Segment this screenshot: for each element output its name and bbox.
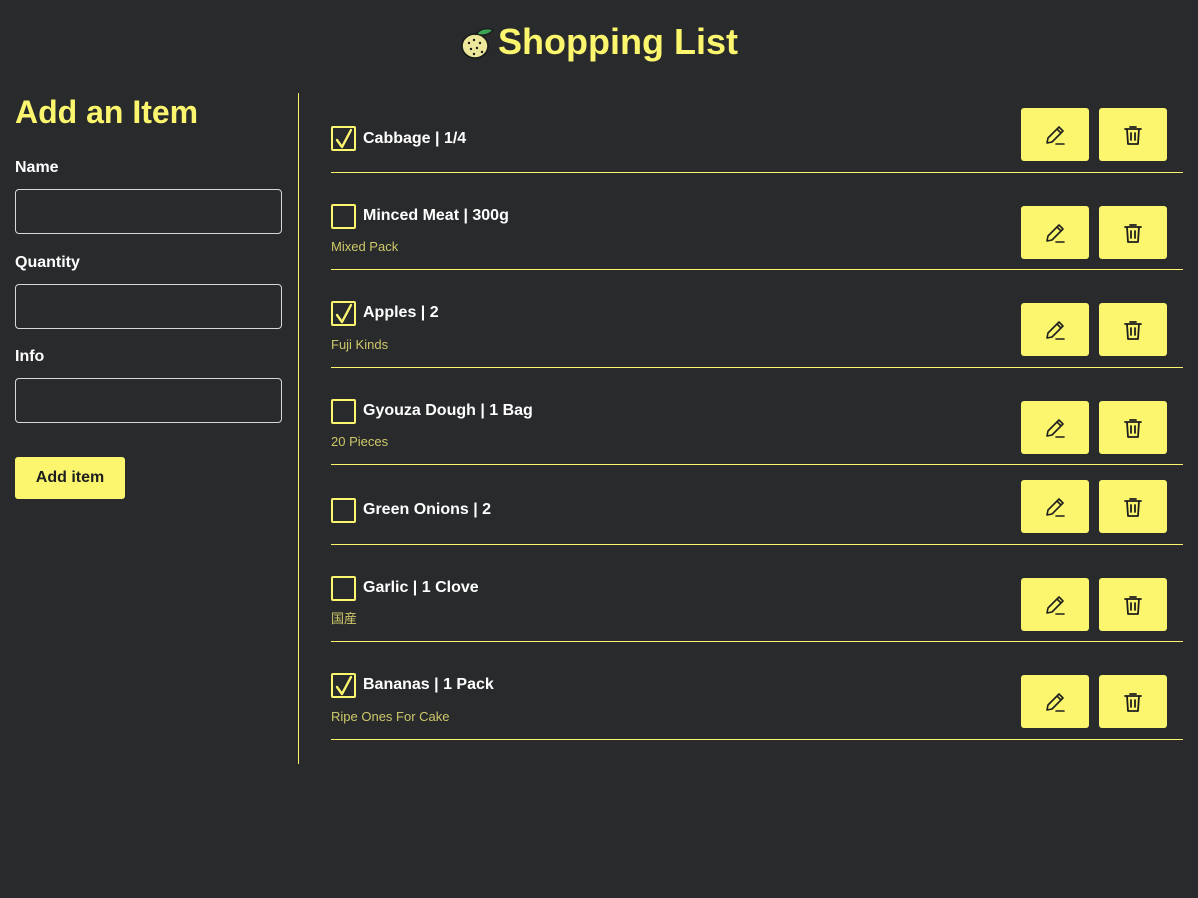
checkmark-icon [335,303,352,323]
list-item: Minced Meat | 300g Mixed Pack [331,173,1183,270]
item-info: Mixed Pack [331,239,399,254]
delete-button[interactable] [1099,578,1167,631]
quantity-label: Quantity [15,254,80,271]
pencil-icon [1046,418,1065,438]
item-info: 国産 [331,611,358,626]
list-item: Green Onions | 2 [331,465,1183,545]
checkmark-icon [335,675,352,695]
app-header: Shopping List [0,0,1198,84]
item-title: Garlic | 1 Clove [363,579,479,596]
add-item-form: Add an Item Name Quantity Info Add item [15,93,282,499]
item-title: Minced Meat | 300g [363,207,509,224]
edit-button[interactable] [1021,206,1089,259]
edit-button[interactable] [1021,578,1089,631]
add-item-button[interactable]: Add item [15,457,125,499]
info-input[interactable] [15,378,282,423]
delete-button[interactable] [1099,108,1167,161]
list-item: Cabbage | 1/4 [331,93,1183,173]
list-item: Apples | 2 Fuji Kinds [331,270,1183,368]
list-item: Garlic | 1 Clove 国産 [331,545,1183,642]
quantity-input[interactable] [15,284,282,329]
item-checkbox[interactable] [331,204,356,229]
item-checkbox[interactable] [331,576,356,601]
item-info: Ripe Ones For Cake [331,709,450,724]
pencil-icon [1046,692,1065,712]
item-checkbox[interactable] [331,673,356,698]
delete-button[interactable] [1099,675,1167,728]
trash-icon [1124,692,1142,712]
checkmark-icon [335,128,352,148]
item-checkbox[interactable] [331,126,356,151]
item-title: Apples | 2 [363,304,439,321]
edit-button[interactable] [1021,401,1089,454]
list-item: Bananas | 1 Pack Ripe Ones For Cake [331,642,1183,740]
item-checkbox[interactable] [331,399,356,424]
pencil-icon [1046,320,1065,340]
pencil-icon [1046,595,1065,615]
item-title: Green Onions | 2 [363,501,492,518]
page-title: Shopping List [498,21,738,62]
column-divider [298,93,299,764]
edit-button[interactable] [1021,108,1089,161]
list-item: Gyouza Dough | 1 Bag 20 Pieces [331,368,1183,465]
item-info: Fuji Kinds [331,337,389,352]
pencil-icon [1046,223,1065,243]
trash-icon [1124,497,1142,517]
delete-button[interactable] [1099,206,1167,259]
edit-button[interactable] [1021,480,1089,533]
item-checkbox[interactable] [331,498,356,523]
citrus-fruit-icon [461,28,494,59]
pencil-icon [1046,497,1065,517]
item-checkbox[interactable] [331,301,356,326]
delete-button[interactable] [1099,303,1167,356]
name-label: Name [15,159,59,176]
edit-button[interactable] [1021,675,1089,728]
info-label: Info [15,348,45,365]
item-title: Bananas | 1 Pack [363,676,494,693]
trash-icon [1124,418,1142,438]
item-info: 20 Pieces [331,434,389,449]
pencil-icon [1046,125,1065,145]
edit-button[interactable] [1021,303,1089,356]
trash-icon [1124,125,1142,145]
delete-button[interactable] [1099,401,1167,454]
form-heading: Add an Item [15,94,199,130]
trash-icon [1124,595,1142,615]
item-title: Cabbage | 1/4 [363,130,467,147]
trash-icon [1124,320,1142,340]
item-title: Gyouza Dough | 1 Bag [363,402,533,419]
trash-icon [1124,223,1142,243]
name-input[interactable] [15,189,282,234]
delete-button[interactable] [1099,480,1167,533]
